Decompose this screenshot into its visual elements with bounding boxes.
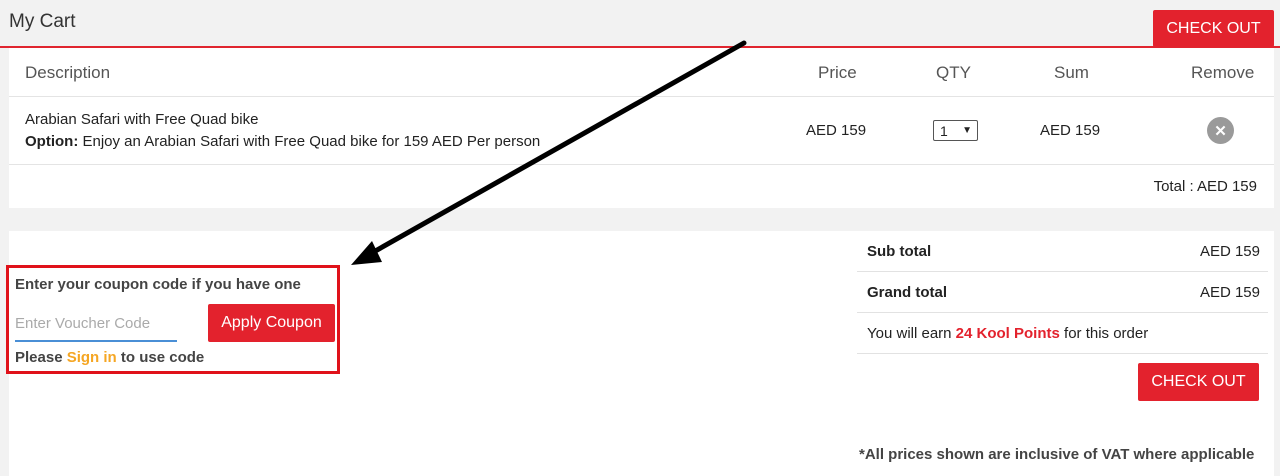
points-row: You will earn 24 Kool Points for this or…	[857, 313, 1268, 354]
column-header-description: Description	[25, 63, 111, 82]
page-title: My Cart	[9, 11, 76, 32]
item-sum: AED 159	[1040, 122, 1101, 139]
vat-note: *All prices shown are inclusive of VAT w…	[859, 446, 1255, 463]
kool-points: 24 Kool Points	[955, 325, 1060, 342]
item-name[interactable]: Arabian Safari with Free Quad bike	[25, 111, 258, 128]
grand-total-row: Grand total AED 159	[857, 272, 1268, 313]
header-divider	[9, 96, 1274, 97]
column-header-price: Price	[818, 63, 857, 82]
subtotal-value: AED 159	[1199, 243, 1260, 260]
subtotal-label: Sub total	[867, 243, 932, 260]
grand-total-label: Grand total	[867, 284, 948, 301]
cart-total: Total : AED 159	[1153, 178, 1257, 195]
coupon-section: Enter your coupon code if you have one A…	[6, 265, 340, 374]
cart-header: My Cart	[0, 0, 1280, 48]
option-label: Option:	[25, 133, 79, 150]
cart-table-panel: Description Price QTY Sum Remove Arabian…	[9, 48, 1274, 208]
voucher-code-input[interactable]	[15, 306, 177, 342]
signin-prefix: Please	[15, 349, 67, 366]
earn-prefix: You will earn	[867, 325, 956, 342]
chevron-down-icon: ▼	[962, 125, 972, 136]
item-divider	[9, 164, 1274, 165]
checkout-button-bottom[interactable]: CHECK OUT	[1138, 363, 1259, 401]
remove-item-icon[interactable]: ✕	[1207, 117, 1234, 144]
signin-link[interactable]: Sign in	[67, 349, 117, 366]
earn-suffix: for this order	[1059, 325, 1149, 342]
points-message: You will earn 24 Kool Points for this or…	[867, 325, 1148, 342]
coupon-heading: Enter your coupon code if you have one	[15, 276, 301, 293]
signin-prompt: Please Sign in to use code	[15, 349, 204, 366]
column-header-qty: QTY	[936, 63, 971, 82]
subtotal-row: Sub total AED 159	[857, 231, 1268, 272]
grand-total-value: AED 159	[1199, 284, 1260, 301]
column-header-remove: Remove	[1191, 63, 1255, 82]
quantity-select[interactable]: 1 ▼	[933, 120, 978, 141]
item-price: AED 159	[806, 122, 867, 139]
item-option: Option: Enjoy an Arabian Safari with Fre…	[25, 133, 540, 150]
checkout-button-top[interactable]: CHECK OUT	[1153, 10, 1274, 47]
quantity-value: 1	[940, 122, 948, 139]
signin-suffix: to use code	[116, 349, 205, 366]
column-header-sum: Sum	[1054, 63, 1089, 82]
apply-coupon-button[interactable]: Apply Coupon	[208, 304, 335, 342]
option-text: Enjoy an Arabian Safari with Free Quad b…	[78, 133, 541, 150]
